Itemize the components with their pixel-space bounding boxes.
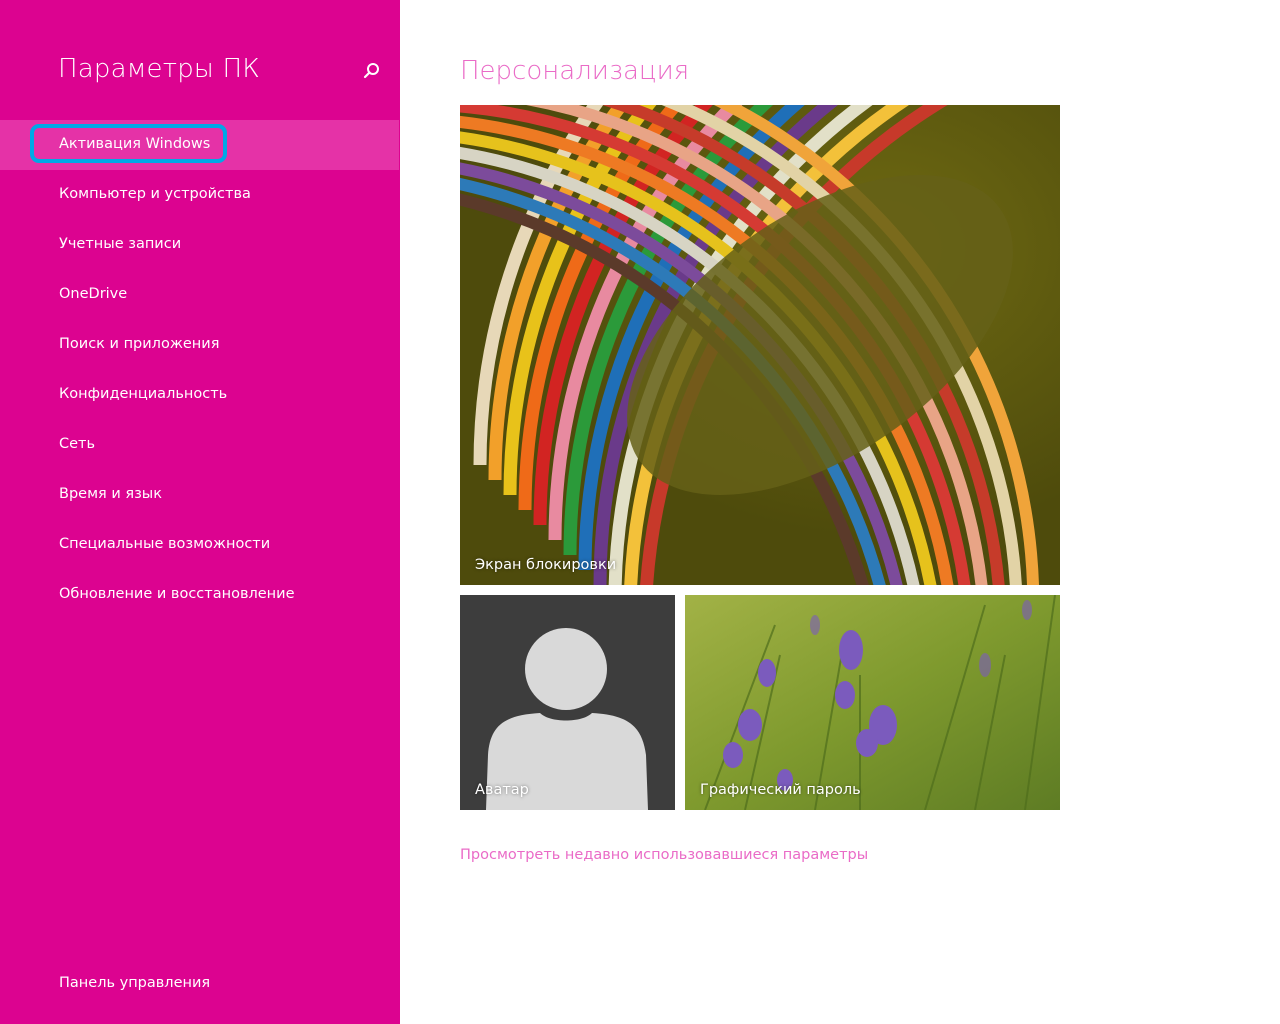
sidebar-item-label: Учетные записи (59, 236, 182, 252)
picture-password-tile[interactable]: Графический пароль (685, 595, 1060, 810)
sidebar-item-windows-activation[interactable]: Активация Windows (0, 120, 399, 170)
sidebar-item-accounts[interactable]: Учетные записи (0, 220, 400, 270)
sidebar-item-label: Время и язык (59, 486, 163, 502)
avatar-icon (486, 628, 648, 810)
sidebar-item-network[interactable]: Сеть (0, 420, 400, 470)
lock-screen-label: Экран блокировки (475, 557, 617, 573)
picture-password-image (685, 595, 1060, 810)
sidebar-item-label: Поиск и приложения (59, 336, 220, 352)
sidebar-item-time-and-language[interactable]: Время и язык (0, 470, 400, 520)
avatar-tile[interactable]: Аватар (460, 595, 675, 810)
app-title: Параметры ПК (58, 54, 260, 84)
control-panel-link[interactable]: Панель управления (59, 975, 210, 991)
sidebar-item-label: Активация Windows (59, 136, 211, 152)
sidebar-item-ease-of-access[interactable]: Специальные возможности (0, 520, 400, 570)
lock-screen-tile[interactable]: Экран блокировки (460, 105, 1060, 585)
page-title: Персонализация (460, 56, 690, 86)
sidebar-item-label: Компьютер и устройства (59, 186, 251, 202)
sidebar: Параметры ПК Активация Windows Компьютер… (0, 0, 400, 1024)
picture-password-label: Графический пароль (700, 782, 861, 798)
sidebar-item-label: Обновление и восстановление (59, 586, 295, 602)
sidebar-item-search-and-apps[interactable]: Поиск и приложения (0, 320, 400, 370)
sidebar-item-onedrive[interactable]: OneDrive (0, 270, 400, 320)
avatar-label: Аватар (475, 782, 529, 798)
sidebar-item-label: Конфиденциальность (59, 386, 228, 402)
sidebar-item-pc-and-devices[interactable]: Компьютер и устройства (0, 170, 400, 220)
sidebar-item-update-and-recovery[interactable]: Обновление и восстановление (0, 570, 400, 620)
sidebar-item-label: OneDrive (59, 286, 128, 302)
search-icon[interactable] (360, 60, 382, 82)
lock-screen-image (460, 105, 1060, 585)
sidebar-item-label: Специальные возможности (59, 536, 271, 552)
recent-settings-link[interactable]: Просмотреть недавно использовавшиеся пар… (460, 847, 868, 863)
sidebar-nav: Активация Windows Компьютер и устройства… (0, 120, 400, 620)
sidebar-item-privacy[interactable]: Конфиденциальность (0, 370, 400, 420)
sidebar-item-label: Сеть (59, 436, 96, 452)
